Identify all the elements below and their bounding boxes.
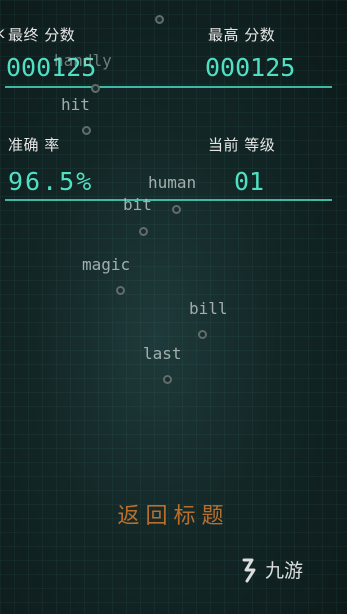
logo-icon [242,558,256,582]
floating-word: hit [61,95,90,114]
high-score-label: 最高 分数 [208,26,276,44]
level-value: 01 [234,167,265,196]
node-marker [198,330,207,339]
node-marker [172,205,181,214]
high-score-value: 000125 [205,53,296,82]
divider-top [5,86,332,88]
watermark-text: 九游 [265,560,304,582]
node-marker [139,227,148,236]
node-marker [116,286,125,295]
floating-word: bit [123,195,152,214]
floating-word: magic [82,255,131,274]
floating-word: last [143,344,182,363]
accuracy-value: 96.5% [8,167,94,196]
edge-fragment: k [0,24,6,42]
floating-word: handly [54,51,112,70]
node-marker [155,15,164,24]
node-marker [163,375,172,384]
node-marker [82,126,91,135]
node-marker [91,84,100,93]
divider-bottom [5,199,332,201]
watermark: 九游 [238,556,303,583]
accuracy-label: 准确 率 [8,136,60,154]
back-to-title-button[interactable]: 返回标题 [0,498,347,532]
level-label: 当前 等级 [208,136,276,154]
final-score-label: 最终 分数 [8,26,76,44]
floating-word: human [148,173,197,192]
floating-word: bill [189,299,228,318]
